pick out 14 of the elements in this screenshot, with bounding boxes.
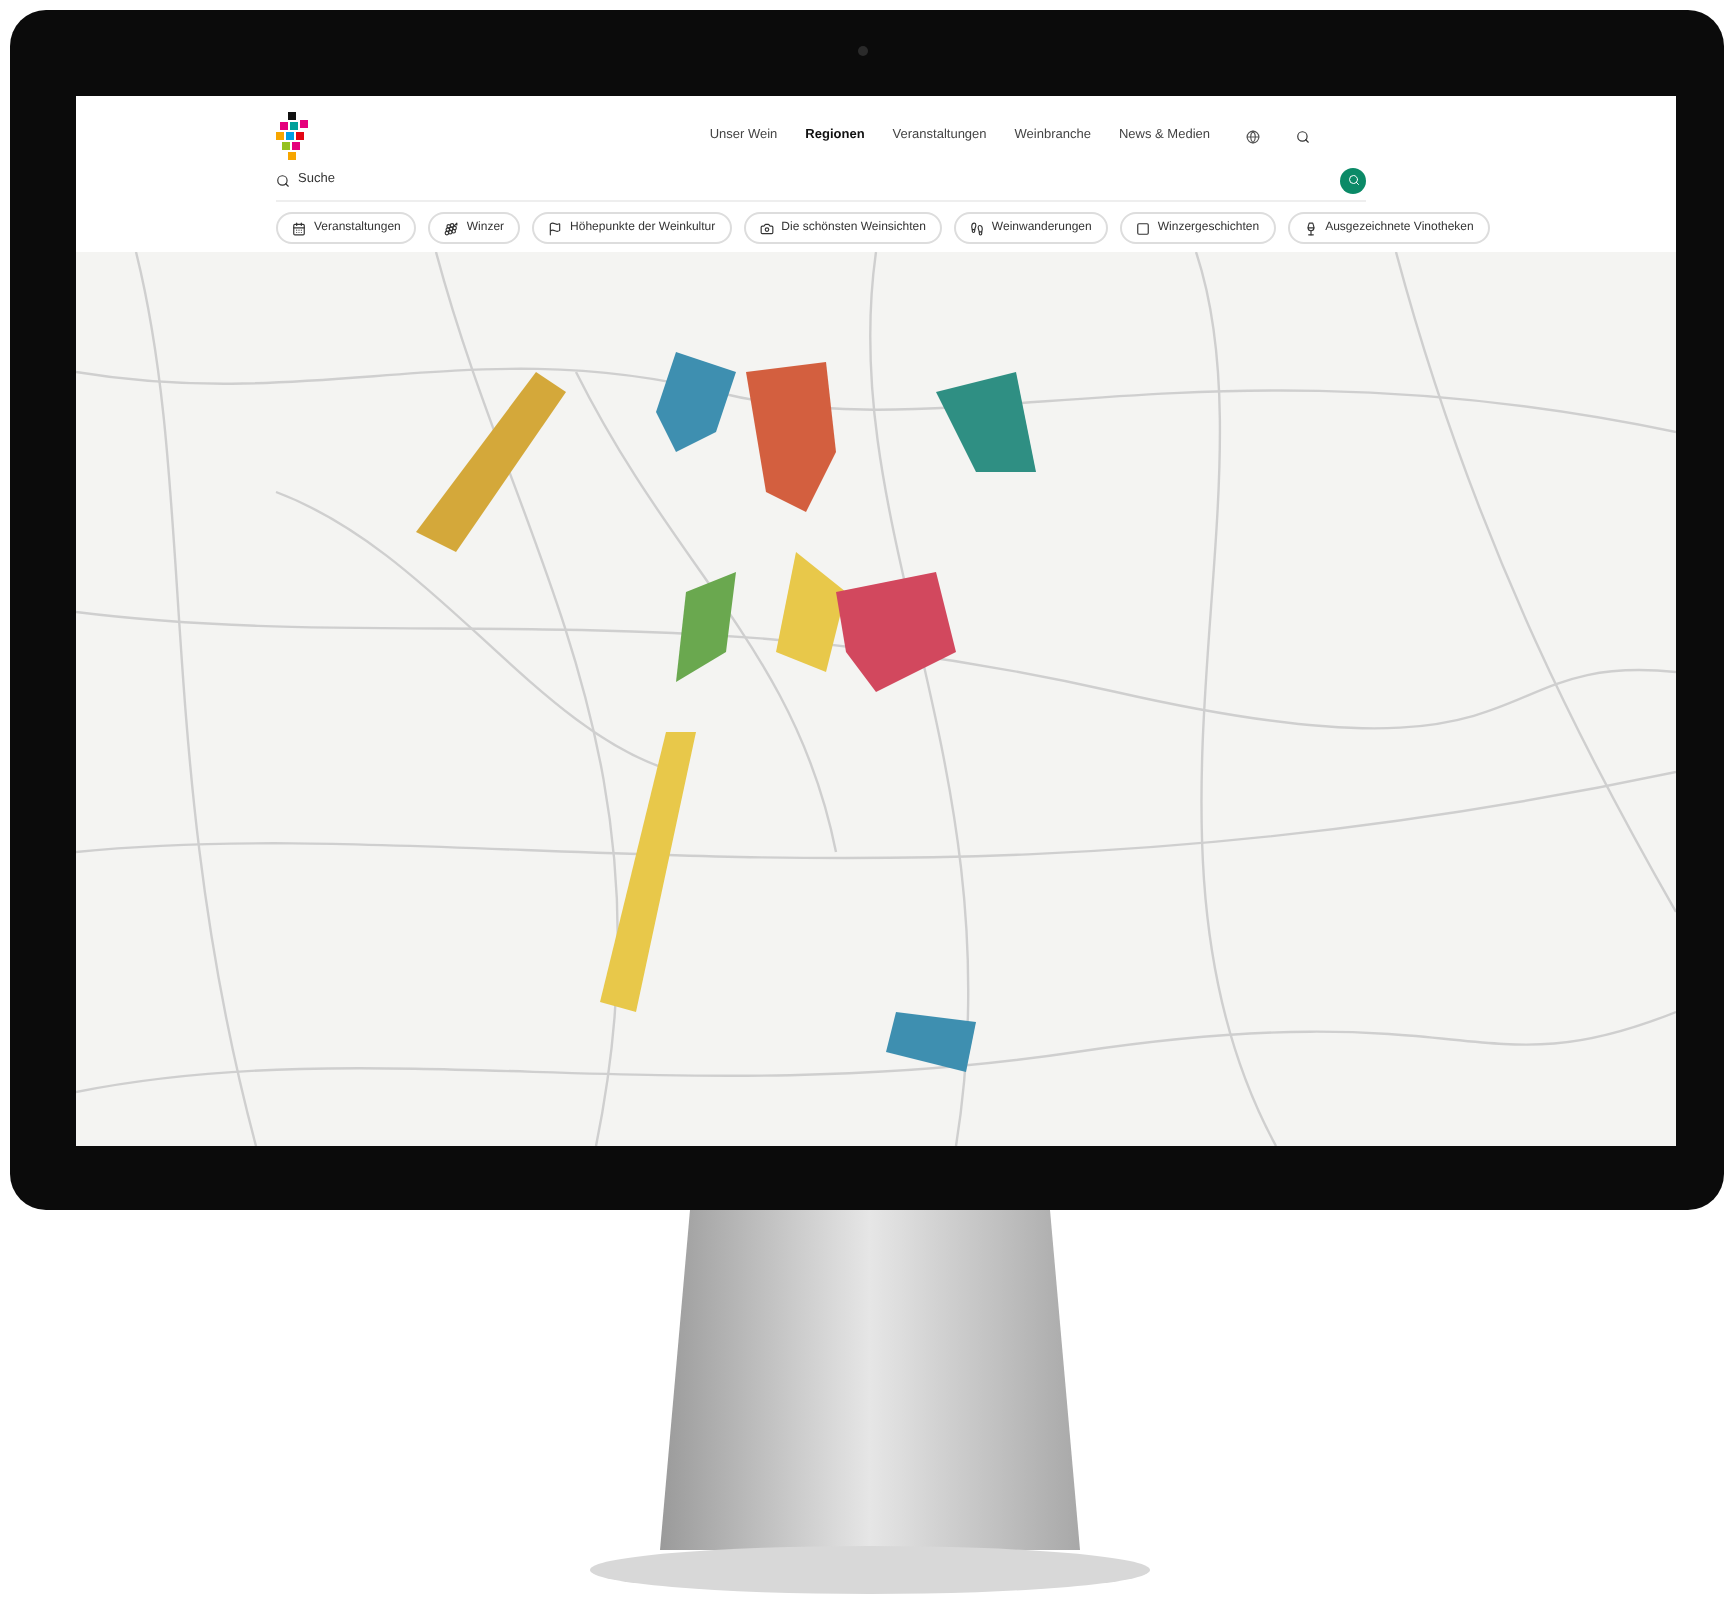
- calendar-icon: [292, 221, 306, 235]
- square-icon: [1135, 221, 1150, 235]
- search-icon[interactable]: [1296, 129, 1310, 143]
- search-icon: [1347, 174, 1359, 186]
- search-icon: [276, 173, 290, 187]
- map-drawing[interactable]: [76, 252, 1676, 1146]
- webcam-icon: [858, 46, 868, 56]
- logo-icon[interactable]: [276, 112, 308, 160]
- flag-icon: [548, 221, 563, 235]
- search-button[interactable]: [1340, 167, 1366, 193]
- globe-icon[interactable]: [1246, 129, 1260, 143]
- footprints-icon: [969, 221, 984, 235]
- grape-icon: [444, 221, 459, 235]
- camera-icon: [759, 221, 774, 235]
